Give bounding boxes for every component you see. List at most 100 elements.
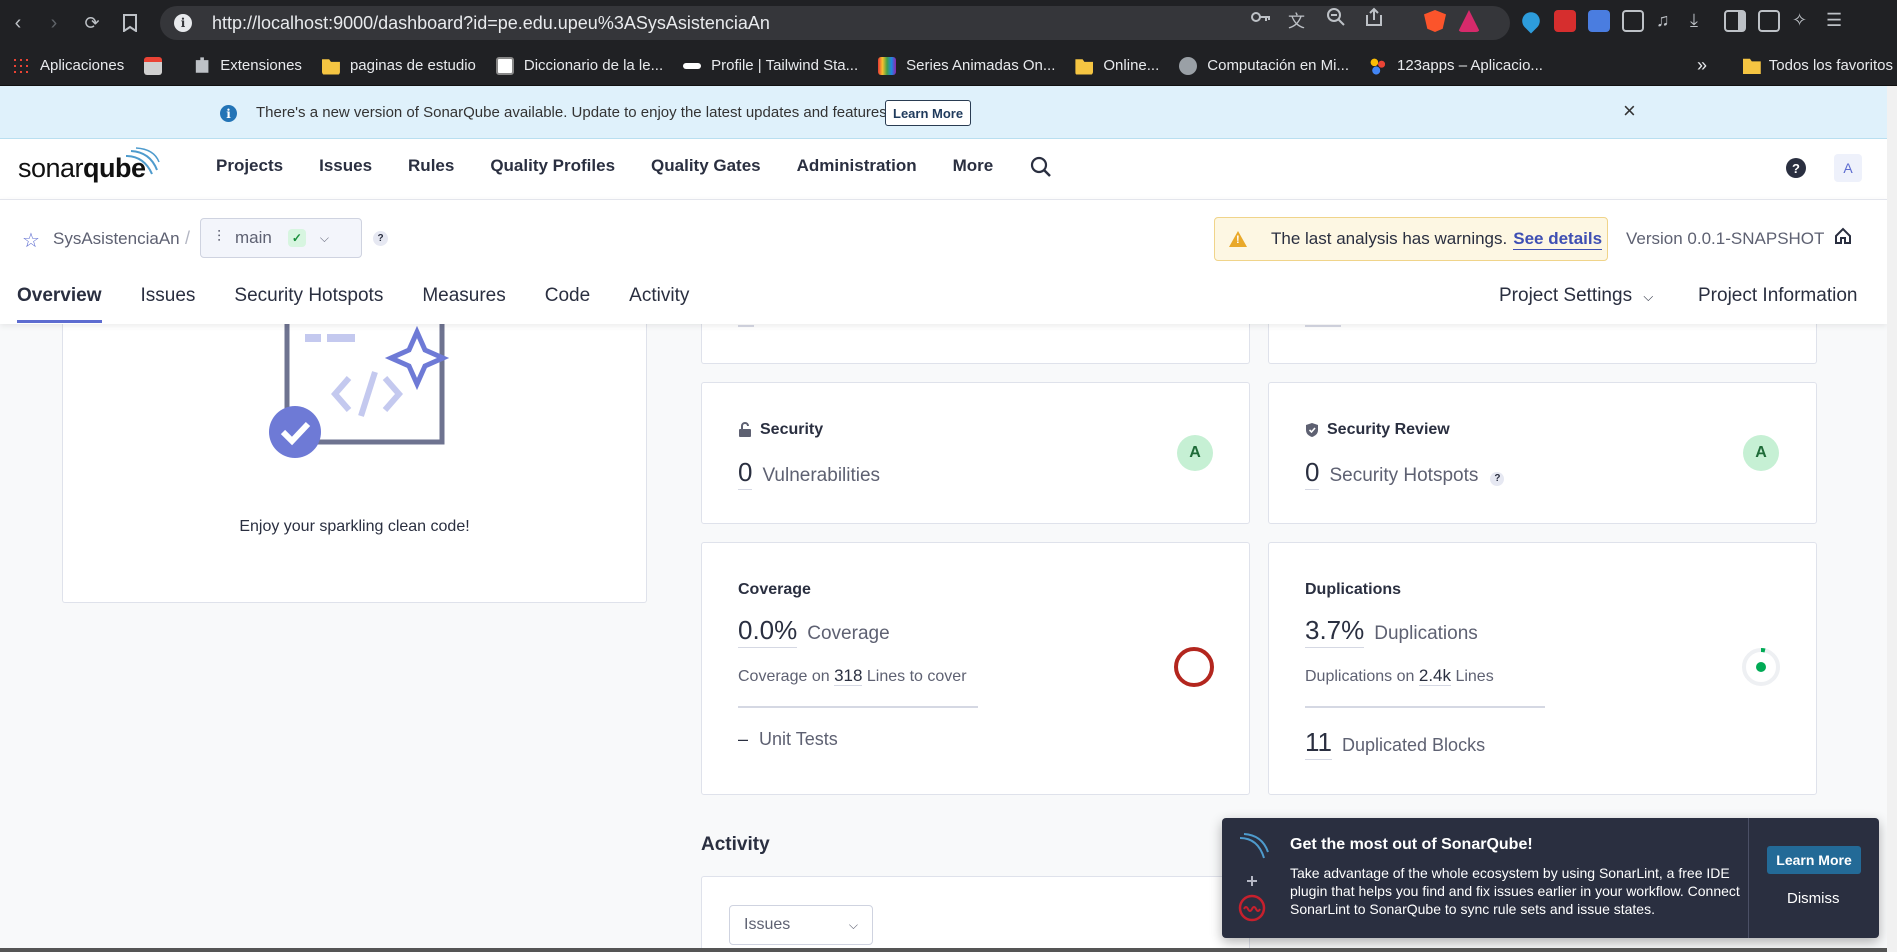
scrollbar[interactable] <box>1887 86 1897 952</box>
promo-learn-more-button[interactable]: Learn More <box>1767 846 1861 874</box>
tab-measures[interactable]: Measures <box>422 285 505 323</box>
underline-mark <box>1305 325 1341 327</box>
forward-icon[interactable]: › <box>38 7 70 39</box>
nav-issues[interactable]: Issues <box>319 156 372 176</box>
nav-quality-profiles[interactable]: Quality Profiles <box>490 156 615 176</box>
tab-issues[interactable]: Issues <box>141 285 196 323</box>
vulnerabilities-count[interactable]: 0 <box>738 457 753 490</box>
project-name-link[interactable]: SysAsistenciaAn <box>53 229 180 249</box>
lock-icon <box>739 422 751 437</box>
security-review-rating-badge[interactable]: A <box>1743 435 1779 471</box>
back-icon[interactable]: ‹ <box>2 7 34 39</box>
tab-activity[interactable]: Activity <box>629 285 689 323</box>
coverage-metric[interactable]: 0.0% Coverage <box>738 615 890 648</box>
search-icon[interactable] <box>1030 156 1052 178</box>
bookmark-item[interactable]: paginas de estudio <box>316 57 490 75</box>
security-hotspots-metric[interactable]: 0 Security Hotspots ? <box>1305 457 1505 490</box>
divider <box>1305 706 1545 708</box>
translate-icon[interactable]: 文 <box>1288 7 1308 31</box>
coverage-value[interactable]: 0.0% <box>738 615 798 648</box>
share-icon[interactable] <box>1364 7 1384 27</box>
sonarlint-logo-icon <box>1238 833 1269 922</box>
brave-shield-icon[interactable] <box>1424 10 1446 32</box>
color-picker-extension-icon[interactable] <box>1554 10 1576 32</box>
lines-to-cover-count[interactable]: 318 <box>834 666 863 686</box>
bookmark-item[interactable]: Diccionario de la le... <box>490 56 677 75</box>
tab-code[interactable]: Code <box>545 285 590 323</box>
wallet-icon[interactable] <box>1758 10 1780 32</box>
nav-administration[interactable]: Administration <box>797 156 917 176</box>
bookmarks-overflow-button[interactable]: » <box>1697 55 1707 76</box>
nav-more[interactable]: More <box>953 156 994 176</box>
project-version: Version 0.0.1-SNAPSHOT <box>1626 229 1825 248</box>
brave-rewards-icon[interactable] <box>1458 10 1480 32</box>
check-icon: ✓ <box>287 229 306 247</box>
tailwind-icon <box>683 62 702 69</box>
home-icon[interactable] <box>1834 227 1852 245</box>
project-information-link[interactable]: Project Information <box>1698 285 1857 307</box>
coverage-card: Coverage 0.0% Coverage Coverage on 318 L… <box>701 542 1250 795</box>
all-bookmarks-button[interactable]: Todos los favoritos <box>1742 56 1893 74</box>
zoom-icon[interactable] <box>1326 7 1346 27</box>
bookmark-app-icon <box>144 56 163 75</box>
bookmark-item[interactable]: 123apps – Aplicacio... <box>1363 56 1557 75</box>
bookmark-item[interactable]: Aplicaciones <box>6 56 138 75</box>
bookmark-item[interactable]: Online... <box>1069 57 1173 75</box>
coverage-ring-icon[interactable] <box>1172 645 1216 689</box>
help-icon[interactable]: ? <box>1786 158 1806 178</box>
google-translate-extension-icon[interactable] <box>1588 10 1610 32</box>
clean-code-card: Enjoy your sparkling clean code! <box>62 300 647 603</box>
help-icon[interactable]: ? <box>1490 471 1505 486</box>
close-icon[interactable]: × <box>1623 98 1636 124</box>
project-settings-menu[interactable]: Project Settings ⌵ <box>1499 285 1653 307</box>
apps-grid-icon <box>12 56 30 75</box>
window-bottom-edge <box>0 948 1887 952</box>
branch-selector[interactable]: ⫶ main ✓ ⌵ <box>200 218 362 258</box>
bookmark-item[interactable]: Computación en Mi... <box>1173 56 1363 75</box>
security-hotspots-count[interactable]: 0 <box>1305 457 1320 490</box>
sidebar-icon[interactable] <box>1724 10 1746 32</box>
bookmark-icon[interactable] <box>114 7 146 39</box>
reload-icon[interactable]: ⟳ <box>76 7 108 39</box>
activity-graph-select[interactable]: Issues ⌵ <box>729 905 873 945</box>
bookmark-item[interactable]: Profile | Tailwind Sta... <box>677 57 872 74</box>
nav-projects[interactable]: Projects <box>216 156 283 176</box>
vulnerabilities-metric[interactable]: 0 Vulnerabilities <box>738 457 880 490</box>
coverage-label: Coverage <box>807 623 890 644</box>
activity-heading: Activity <box>701 834 770 855</box>
duplications-ring-icon[interactable] <box>1739 645 1783 689</box>
nav-rules[interactable]: Rules <box>408 156 454 176</box>
tab-security-hotspots[interactable]: Security Hotspots <box>234 285 383 323</box>
puzzle-icon[interactable] <box>1622 10 1644 32</box>
help-icon[interactable]: ? <box>373 231 388 246</box>
bookmark-item[interactable] <box>138 56 186 75</box>
music-icon[interactable]: ♫ <box>1656 10 1678 32</box>
avatar[interactable]: A <box>1834 154 1862 182</box>
star-icon[interactable]: ☆ <box>22 228 40 253</box>
sparkle-icon[interactable]: ✧ <box>1792 10 1814 32</box>
bookmark-item[interactable]: Series Animadas On... <box>872 56 1069 75</box>
tab-overview[interactable]: Overview <box>17 285 102 323</box>
menu-icon[interactable]: ☰ <box>1826 10 1848 32</box>
duplications-card: Duplications 3.7% Duplications Duplicati… <box>1268 542 1817 795</box>
lines-count[interactable]: 2.4k <box>1418 666 1451 686</box>
duplicated-blocks-metric[interactable]: 11 Duplicated Blocks <box>1305 727 1485 760</box>
download-icon[interactable]: ⤓ <box>1690 10 1712 32</box>
banner-learn-more-button[interactable]: Learn More <box>885 100 972 126</box>
nav-quality-gates[interactable]: Quality Gates <box>651 156 761 176</box>
lines-to-cover: Coverage on 318 Lines to cover <box>738 666 967 686</box>
dots-icon <box>1369 56 1387 75</box>
branch-name: main <box>235 228 272 247</box>
security-rating-badge[interactable]: A <box>1177 435 1213 471</box>
promo-dismiss-button[interactable]: Dismiss <box>1787 890 1840 907</box>
gem-extension-icon[interactable] <box>1518 8 1544 34</box>
project-tabs: Overview Issues Security Hotspots Measur… <box>17 285 728 323</box>
see-details-link[interactable]: See details <box>1513 229 1603 250</box>
duplications-metric[interactable]: 3.7% Duplications <box>1305 615 1478 648</box>
key-icon[interactable] <box>1250 7 1270 27</box>
site-info-icon[interactable]: i <box>174 14 192 32</box>
bookmark-item[interactable]: Extensiones <box>186 57 316 75</box>
extension-icons: ♫ ⤓ ✧ ☰ <box>1518 8 1848 34</box>
duplicated-blocks-count[interactable]: 11 <box>1305 727 1332 760</box>
duplications-value[interactable]: 3.7% <box>1305 615 1365 648</box>
